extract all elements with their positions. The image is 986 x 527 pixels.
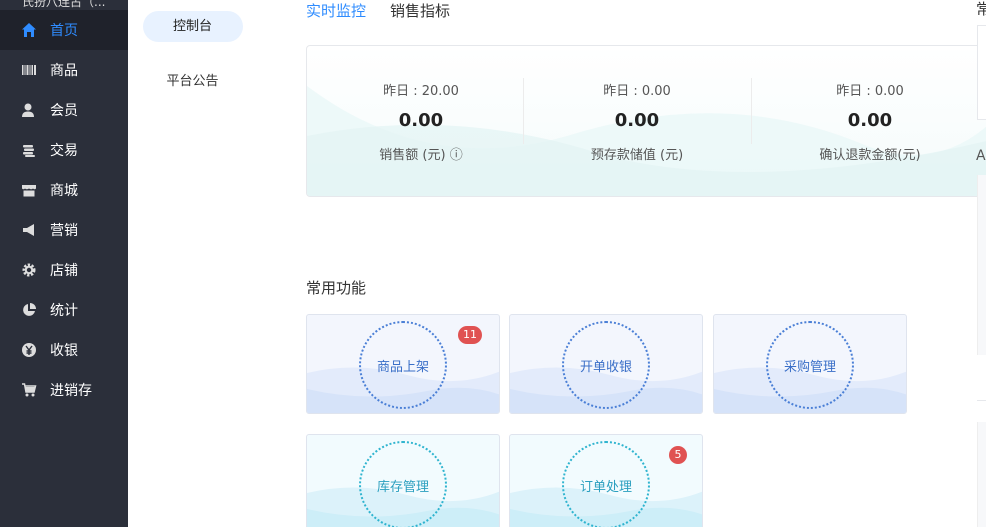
subnav-item-announcements[interactable]: 平台公告 [143,66,243,97]
gear-icon [20,261,38,279]
sidebar-item-label: 营销 [50,223,78,239]
main-content: 实时监控 销售指标 昨日 : 20.00 0.00 销售额 (元) ⓘ 昨日 :… [257,0,986,527]
sidebar-item-label: 店铺 [50,263,78,279]
sidebar-item-statistics[interactable]: 统计 [0,290,128,330]
yen-icon [20,341,38,359]
function-tile-checkout[interactable]: 开单收银 [509,314,703,414]
stat-label: 销售额 (元) ⓘ [379,148,463,163]
pie-chart-icon [20,301,38,319]
stats-panel: 昨日 : 20.00 0.00 销售额 (元) ⓘ 昨日 : 0.00 0.00… [306,45,986,197]
function-label: 采购管理 [766,321,854,409]
cart-icon [20,381,38,399]
function-label: 订单处理 [562,441,650,527]
stat-yesterday: 昨日 : 0.00 [603,84,671,99]
notification-badge: 5 [669,446,687,464]
stat-yesterday: 昨日 : 20.00 [383,84,459,99]
function-tile-stock[interactable]: 库存管理 [306,434,500,527]
stat-value: 0.00 [398,110,444,131]
coins-icon [20,141,38,159]
tab-sales-metrics[interactable]: 销售指标 [390,0,450,24]
sidebar-item-trade[interactable]: 交易 [0,130,128,170]
subnav-item-dashboard[interactable]: 控制台 [142,11,243,42]
function-label: 商品上架 [359,321,447,409]
sidebar-item-members[interactable]: 会员 [0,90,128,130]
sidebar-item-label: 会员 [50,103,78,119]
sidebar-item-label: 商城 [50,183,78,199]
sidebar-item-label: 首页 [50,23,78,39]
sidebar-item-cashier[interactable]: 收银 [0,330,128,370]
right-panel-card [977,422,986,527]
stat-label: 预存款储值 (元) [590,148,684,163]
sidebar-item-label: 进销存 [50,383,92,399]
sidebar-item-label: 收银 [50,343,78,359]
right-panel: 常 A [976,0,986,527]
sidebar-item-mall[interactable]: 商城 [0,170,128,210]
shop-icon [20,181,38,199]
tab-realtime-monitor[interactable]: 实时监控 [306,0,366,24]
right-panel-label: A [976,148,986,164]
notification-badge: 11 [458,326,482,344]
right-panel-card [977,175,986,355]
divider [751,78,752,144]
barcode-icon [20,61,38,79]
store-name: 氏扮八连占（... [22,0,106,9]
tab-bar: 实时监控 销售指标 [306,0,450,24]
function-tile-orders[interactable]: 订单处理 5 [509,434,703,527]
section-title: 常用功能 [306,279,367,297]
function-label: 库存管理 [359,441,447,527]
stat-refund: 昨日 : 0.00 0.00 确认退款金额(元) [756,46,984,196]
right-panel-card [977,25,986,120]
function-label: 开单收银 [562,321,650,409]
home-icon [20,21,38,39]
stat-sales: 昨日 : 20.00 0.00 销售额 (元) ⓘ [307,46,535,196]
sidebar-item-marketing[interactable]: 营销 [0,210,128,250]
sidebar-item-store[interactable]: 店铺 [0,250,128,290]
sidebar-item-products[interactable]: 商品 [0,50,128,90]
function-tile-product-listing[interactable]: 商品上架 11 [306,314,500,414]
sidebar-item-label: 交易 [50,143,78,159]
sidebar-item-inventory[interactable]: 进销存 [0,370,128,410]
function-tile-purchasing[interactable]: 采购管理 [713,314,907,414]
member-icon [20,101,38,119]
sidebar-item-home[interactable]: 首页 [0,10,128,50]
sidebar-item-label: 商品 [50,63,78,79]
stat-value: 0.00 [614,110,660,131]
stat-yesterday: 昨日 : 0.00 [836,84,904,99]
sidebar-item-label: 统计 [50,303,78,319]
sidebar: 氏扮八连占（... 首页 商品 会员 交易 商城 营销 店铺 统计 收银 进销存 [0,0,128,527]
right-panel-title: 常 [976,0,986,18]
stat-value: 0.00 [847,110,893,131]
megaphone-icon [20,221,38,239]
stat-prepaid: 昨日 : 0.00 0.00 预存款储值 (元) [523,46,751,196]
stat-label: 确认退款金额(元) [819,148,921,163]
divider [977,400,986,401]
sub-navigation: 控制台 平台公告 [128,0,257,527]
